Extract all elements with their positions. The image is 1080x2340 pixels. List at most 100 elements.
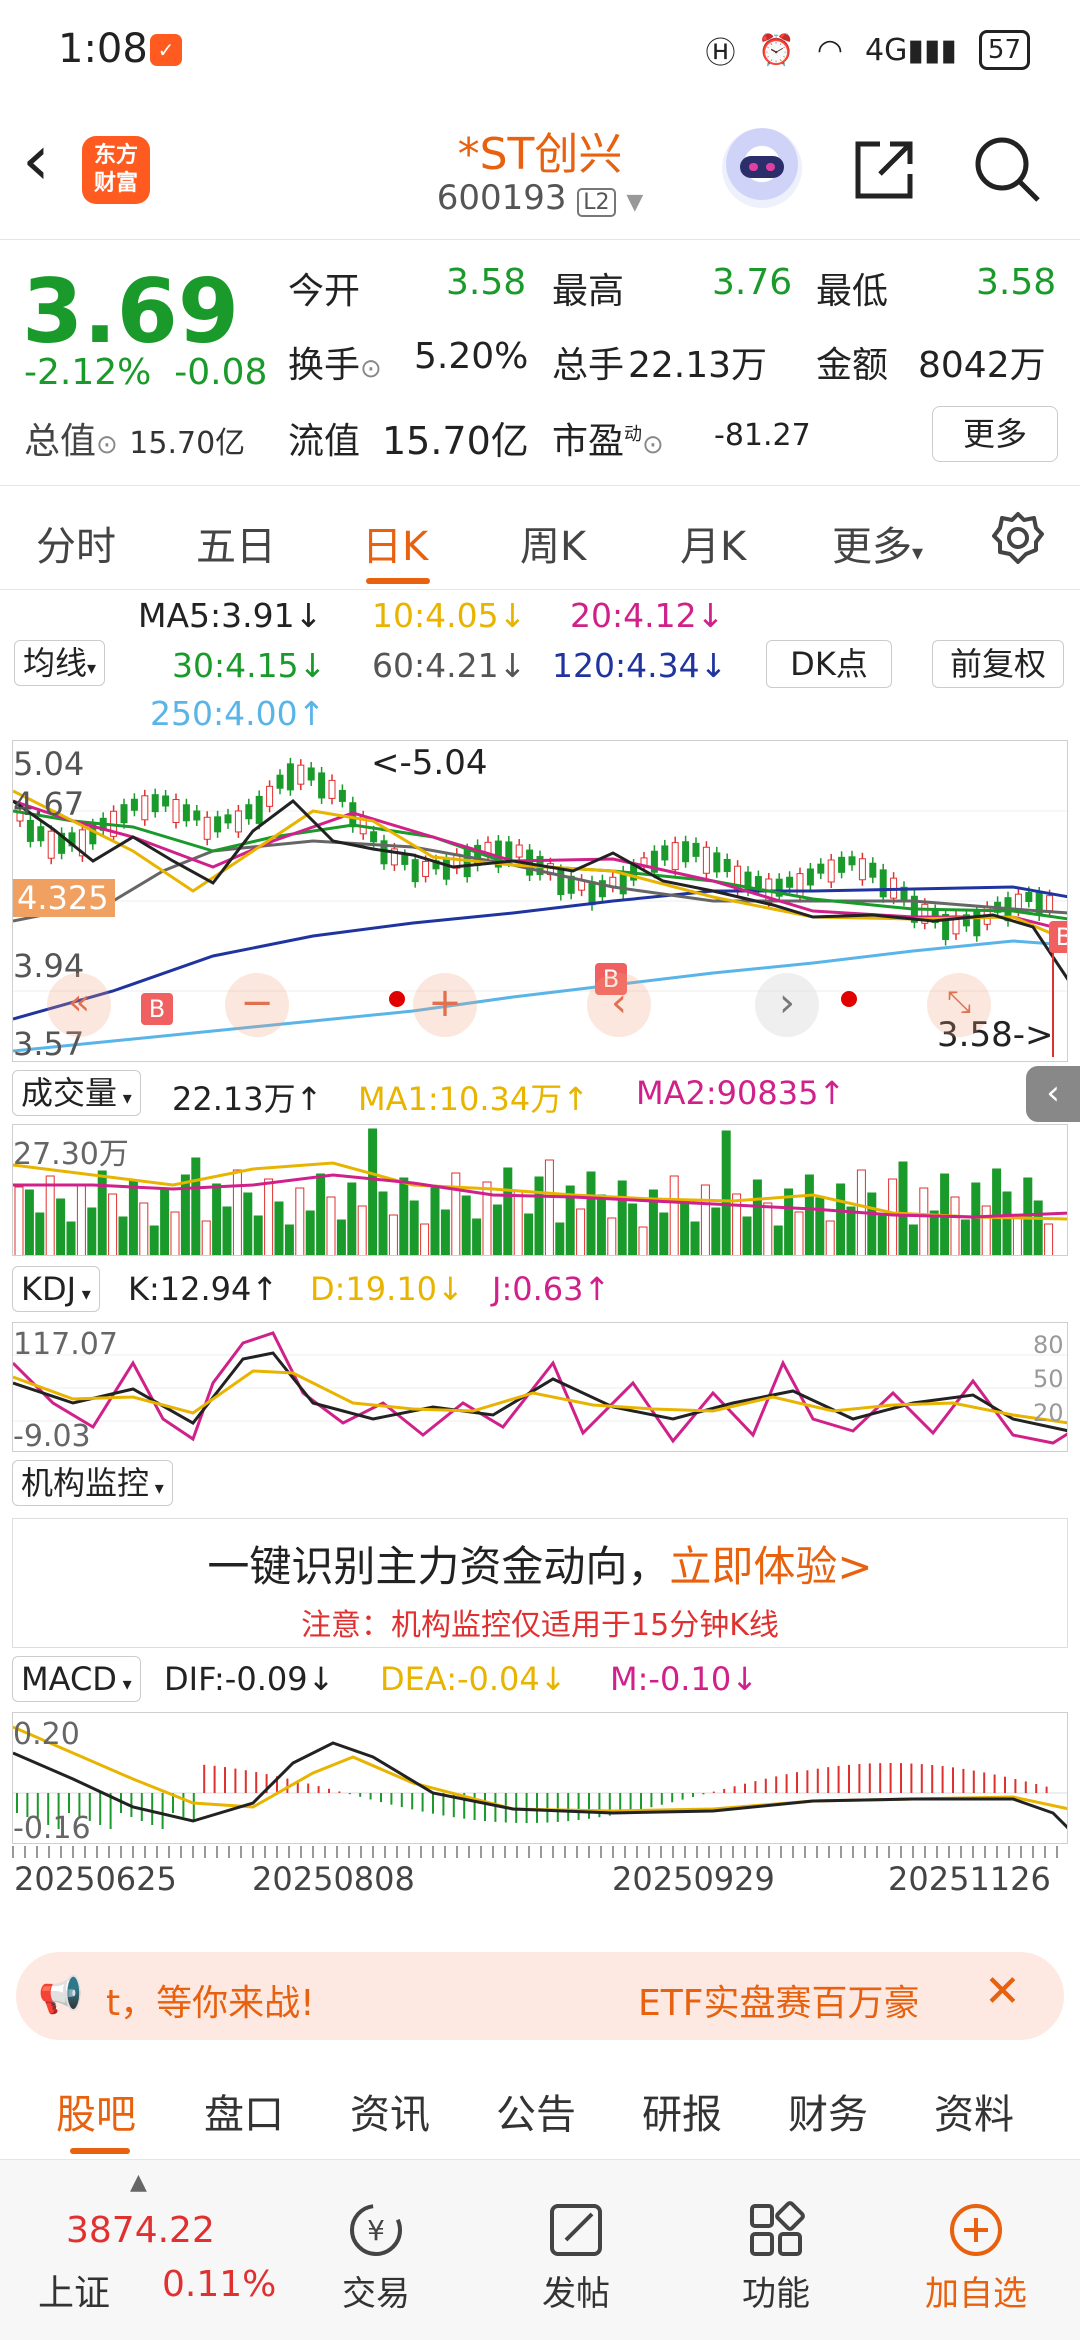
stock-code-row[interactable]: 600193 L2 ▼ <box>360 178 720 218</box>
dk-point-button[interactable]: DK点 <box>766 640 892 688</box>
volume-svg <box>13 1128 1067 1255</box>
buy-signal-marker[interactable]: B <box>141 993 173 1025</box>
ma20-value: 20:4.12↓ <box>570 596 725 635</box>
wifi-icon: ◠ <box>816 32 844 68</box>
tab-forum[interactable]: 股吧 <box>56 2082 136 2140</box>
caret-up-icon: ▲ <box>130 2170 147 2195</box>
macd-axis-bottom: -0.16 <box>13 1811 91 1844</box>
active-tab-indicator <box>366 578 430 584</box>
open-value: 3.58 <box>446 262 527 303</box>
back-icon[interactable]: ‹ <box>22 125 50 195</box>
tab-profile[interactable]: 资料 <box>934 2082 1014 2140</box>
pe-label: 市盈动⊙ <box>552 421 664 462</box>
trade-icon: ¥ <box>350 2204 402 2256</box>
high-label: 最高 <box>552 271 625 312</box>
nav-post[interactable]: 发帖 <box>486 2160 666 2315</box>
zoom-in-icon[interactable]: + <box>413 973 477 1037</box>
pe-value: -81.27 <box>714 418 811 453</box>
scroll-left-fast-icon[interactable]: « <box>47 973 111 1037</box>
adjust-button[interactable]: 前复权 <box>932 640 1064 688</box>
kdj-ref-80: 80 <box>1033 1331 1064 1359</box>
macd-selector[interactable]: MACD ▾ <box>12 1656 141 1702</box>
buy-signal-marker[interactable]: B <box>1049 921 1067 953</box>
index-value[interactable]: 3874.22 <box>66 2210 215 2251</box>
tab-more[interactable]: 更多▾ <box>832 514 923 572</box>
amount-label: 金额 <box>816 345 889 386</box>
volume-value: 22.13万 <box>628 345 768 386</box>
status-bar: 1:08 ✓ Ⓗ ⏰ ◠ 4G▮▮▮ 57 <box>0 0 1080 100</box>
scroll-left-icon[interactable]: ‹ <box>587 973 651 1037</box>
tab-daily-k[interactable]: 日K <box>362 514 428 572</box>
more-button[interactable]: 更多 <box>932 406 1058 462</box>
current-price: 3.69 <box>22 260 240 363</box>
kdj-svg <box>13 1331 1067 1445</box>
volume-selector[interactable]: 成交量 ▾ <box>12 1070 141 1116</box>
ma-selector[interactable]: 均线▾ <box>14 640 106 686</box>
tab-five-day[interactable]: 五日 <box>196 514 276 572</box>
macd-axis-top: 0.20 <box>13 1717 80 1752</box>
svg-text:¥: ¥ <box>367 2214 385 2247</box>
fullscreen-icon[interactable]: ⤡ <box>927 973 991 1037</box>
promo-banner[interactable]: 📢 t，等你来战! ETF实盘赛百万豪 ✕ <box>16 1952 1064 2040</box>
kline-chart[interactable]: 5.04 4.67 4.325 3.94 3.57 <-5.04 3.58-> … <box>12 740 1068 1062</box>
banner-text-1: t，等你来战! <box>106 1983 315 2024</box>
kdj-selector[interactable]: KDJ ▾ <box>12 1266 100 1312</box>
volume-ma2: MA2:90835↑ <box>636 1074 846 1112</box>
kdj-chart[interactable]: 117.07 -9.03 80 50 20 <box>12 1322 1068 1452</box>
content-tabs: 股吧 盘口 资讯 公告 研报 财务 资料 <box>0 2060 1080 2160</box>
institution-selector[interactable]: 机构监控 ▾ <box>12 1460 173 1506</box>
zoom-out-icon[interactable]: − <box>225 973 289 1037</box>
nav-trade[interactable]: ¥ 交易 <box>286 2160 466 2315</box>
scroll-right-icon[interactable]: › <box>755 973 819 1037</box>
tab-research[interactable]: 研报 <box>642 2082 722 2140</box>
price-change: -2.12% -0.08 <box>24 352 267 393</box>
y-axis-2: 4.67 <box>13 785 85 823</box>
macd-chart[interactable]: 0.20 -0.16 <box>12 1712 1068 1844</box>
low-label: 最低 <box>816 271 889 312</box>
settings-icon[interactable] <box>990 510 1046 566</box>
volume-label: 总手 <box>552 345 625 386</box>
institution-promo[interactable]: 一键识别主力资金动向，立即体验> 注意：机构监控仅适用于15分钟K线 <box>12 1518 1068 1648</box>
float-label: 流值 <box>288 421 361 462</box>
nav-functions[interactable]: 功能 <box>686 2160 866 2315</box>
status-time: 1:08 <box>58 26 148 72</box>
collapse-panel-icon[interactable]: ‹ <box>1026 1066 1080 1122</box>
close-icon[interactable]: ✕ <box>984 1966 1021 2017</box>
ma120-value: 120:4.34↓ <box>552 646 728 685</box>
tab-monthly-k[interactable]: 月K <box>680 514 746 572</box>
quote-panel: 3.69 -2.12% -0.08 总值⊙ 15.70亿 今开 3.58 最高 … <box>0 240 1080 486</box>
index-name[interactable]: 上证 <box>38 2264 110 2316</box>
event-dot <box>389 991 405 1007</box>
ma30-value: 30:4.15↓ <box>172 646 327 685</box>
macd-m: M:-0.10↓ <box>610 1660 758 1698</box>
date-label: 20250808 <box>252 1860 415 1898</box>
tab-weekly-k[interactable]: 周K <box>520 514 586 572</box>
volume-value: 22.13万↑ <box>172 1080 323 1118</box>
kdj-axis-top: 117.07 <box>13 1327 118 1362</box>
tab-announcements[interactable]: 公告 <box>496 2082 576 2140</box>
tab-news[interactable]: 资讯 <box>350 2082 430 2140</box>
ma60-value: 60:4.21↓ <box>372 646 527 685</box>
edit-icon <box>550 2204 602 2256</box>
ma5-line <box>13 799 1067 981</box>
tab-orderbook[interactable]: 盘口 <box>204 2082 284 2140</box>
battery-icon: 57 <box>978 30 1030 70</box>
share-icon[interactable] <box>850 136 918 204</box>
try-now-link[interactable]: 立即体验> <box>669 1542 872 1591</box>
status-icons: Ⓗ ⏰ ◠ 4G▮▮▮ 57 <box>705 28 1030 72</box>
macd-dif: DIF:-0.09↓ <box>164 1660 335 1698</box>
tab-intraday[interactable]: 分时 <box>36 514 116 572</box>
high-price-marker: <-5.04 <box>371 743 488 783</box>
search-icon[interactable] <box>972 134 1044 206</box>
volume-chart[interactable]: 27.30万 <box>12 1124 1068 1256</box>
tab-financials[interactable]: 财务 <box>788 2082 868 2140</box>
total-value-row: 总值⊙ 15.70亿 <box>24 421 246 462</box>
nav-add-watchlist[interactable]: 加自选 <box>886 2160 1066 2315</box>
kdj-j: J:0.63↑ <box>492 1270 611 1308</box>
float-value: 15.70亿 <box>382 419 529 463</box>
robot-assistant-icon[interactable] <box>722 128 802 208</box>
index-change[interactable]: 0.11% <box>162 2264 276 2305</box>
open-label: 今开 <box>288 271 361 312</box>
promo-text: 一键识别主力资金动向， <box>207 1542 670 1591</box>
stock-header: ‹ 东方 财富 *ST创兴 600193 L2 ▼ <box>0 100 1080 240</box>
